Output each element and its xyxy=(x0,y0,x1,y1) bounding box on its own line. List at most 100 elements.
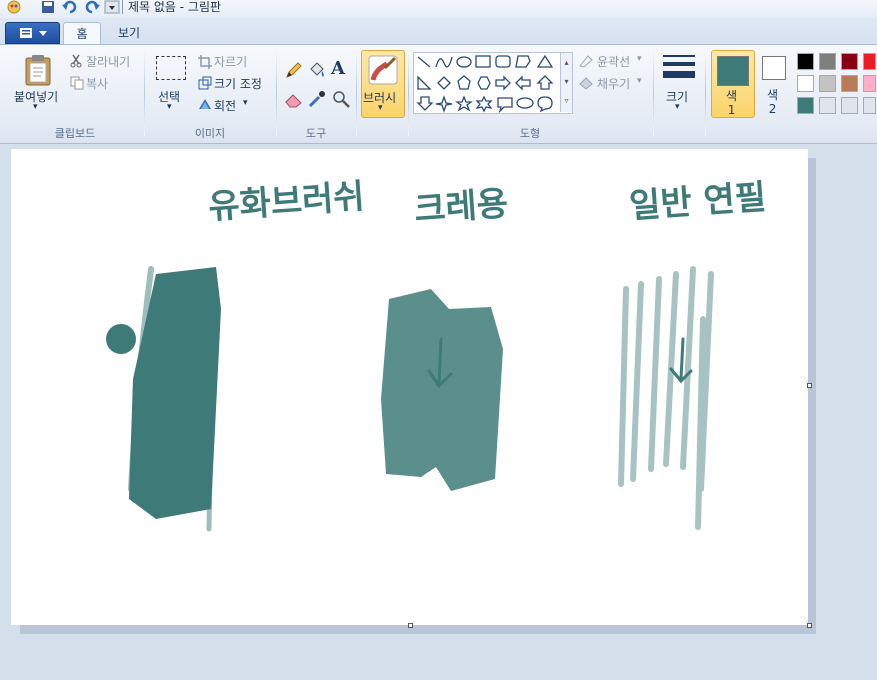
palette-swatch[interactable] xyxy=(819,53,836,70)
oil-brush-stroke xyxy=(129,267,221,519)
color-picker-icon[interactable] xyxy=(307,89,327,109)
shapes-gallery xyxy=(413,52,573,114)
palette-swatch[interactable] xyxy=(819,97,836,114)
canvas-caption: 크레용 xyxy=(412,183,510,231)
size-dropdown-icon[interactable]: ▾ xyxy=(675,102,680,112)
quick-access-dropdown-icon[interactable] xyxy=(104,0,120,14)
shapes-gallery-scrollbar[interactable]: ▴ ▾ ▿ xyxy=(560,53,572,112)
pencil-icon[interactable] xyxy=(284,60,304,80)
text-icon[interactable]: A xyxy=(331,58,351,79)
palette-swatch[interactable] xyxy=(797,97,814,114)
resize-icon xyxy=(198,76,212,90)
paint-app-icon[interactable] xyxy=(6,0,22,14)
fill-shape-icon xyxy=(579,77,593,90)
shapes-gallery-icons xyxy=(416,54,554,114)
palette-swatch[interactable] xyxy=(841,53,858,70)
save-icon[interactable] xyxy=(40,0,56,14)
image-group-label: 이미지 xyxy=(194,127,226,140)
undo-icon[interactable] xyxy=(62,0,78,14)
group-divider xyxy=(276,50,277,136)
rotate-icon xyxy=(199,99,211,109)
fill-dropdown-icon[interactable]: ▾ xyxy=(637,76,642,86)
shapes-expand-icon[interactable]: ▿ xyxy=(561,91,572,110)
fill-icon[interactable] xyxy=(307,60,327,80)
canvas-resize-handle-bottom[interactable] xyxy=(408,623,413,628)
fill-button[interactable]: 채우기 xyxy=(597,75,630,92)
title-separator xyxy=(122,0,123,14)
triangle-shape-icon xyxy=(536,54,554,68)
cloud-callout-shape-icon xyxy=(537,96,553,113)
outline-dropdown-icon[interactable]: ▾ xyxy=(637,54,642,64)
select-dropdown-icon[interactable]: ▾ xyxy=(167,102,172,112)
oval-shape-icon xyxy=(456,56,472,68)
palette-swatch[interactable] xyxy=(841,97,858,114)
rotate-button[interactable]: 회전 xyxy=(214,97,236,114)
crop-button[interactable]: 자르기 xyxy=(214,53,247,70)
copy-button[interactable]: 복사 xyxy=(86,75,108,92)
six-point-star-shape-icon xyxy=(475,95,493,113)
down-arrow-shape-icon xyxy=(416,96,434,111)
group-divider xyxy=(408,50,409,136)
tools-group-label: 도구 xyxy=(305,127,327,140)
palette-swatch[interactable] xyxy=(819,75,836,92)
palette-swatch[interactable] xyxy=(863,53,876,70)
paste-dropdown-icon[interactable]: ▾ xyxy=(33,102,38,112)
outline-button[interactable]: 윤곽선 xyxy=(597,53,630,70)
shapes-scroll-down-icon[interactable]: ▾ xyxy=(561,72,572,91)
group-divider xyxy=(705,50,706,136)
hexagon-shape-icon xyxy=(477,76,491,90)
cut-icon xyxy=(70,54,82,68)
tab-home[interactable]: 홈 xyxy=(63,22,101,45)
resize-button[interactable]: 크기 조정 xyxy=(214,75,262,92)
right-arrow-shape-icon xyxy=(495,75,511,91)
copy-icon xyxy=(70,76,84,90)
outline-icon xyxy=(579,55,593,68)
canvas-caption: 일반 연필 xyxy=(628,177,768,227)
palette-swatch[interactable] xyxy=(797,75,814,92)
brushes-dropdown-icon: ▾ xyxy=(378,103,383,113)
rounded-callout-shape-icon xyxy=(497,97,513,114)
color1-swatch xyxy=(717,56,749,86)
select-icon[interactable] xyxy=(156,56,186,80)
rounded-rectangle-shape-icon xyxy=(495,55,511,68)
drawing-canvas[interactable]: 유화브러쉬 크레용 일반 연필 xyxy=(11,149,808,625)
diamond-shape-icon xyxy=(437,76,451,90)
group-divider xyxy=(356,50,357,136)
canvas-resize-handle-corner[interactable] xyxy=(807,623,812,628)
left-arrow-shape-icon xyxy=(515,75,531,91)
shapes-group-label: 도형 xyxy=(519,127,541,140)
right-triangle-shape-icon xyxy=(417,75,432,90)
crayon-stroke xyxy=(381,289,503,491)
redo-icon[interactable] xyxy=(84,0,100,14)
palette-swatch[interactable] xyxy=(863,97,876,114)
brush-icon xyxy=(368,55,398,85)
group-divider xyxy=(653,50,654,136)
pentagon-shape-icon xyxy=(457,75,471,90)
file-menu-icon xyxy=(20,28,47,38)
brushes-button[interactable]: 브러시 ▾ xyxy=(361,50,405,118)
paste-icon[interactable] xyxy=(23,54,53,86)
rotate-dropdown-icon[interactable]: ▾ xyxy=(243,98,248,108)
polygon-shape-icon xyxy=(515,55,531,68)
color2-button[interactable]: 색 2 xyxy=(755,50,793,116)
palette-swatch[interactable] xyxy=(863,75,876,92)
eraser-icon[interactable] xyxy=(284,89,304,109)
oval-callout-shape-icon xyxy=(516,97,534,109)
palette-swatch[interactable] xyxy=(797,53,814,70)
brush-dot xyxy=(106,324,136,354)
group-divider xyxy=(144,50,145,136)
palette-swatch[interactable] xyxy=(841,75,858,92)
shapes-scroll-up-icon[interactable]: ▴ xyxy=(561,53,572,72)
tab-view[interactable]: 보기 xyxy=(104,22,154,44)
clipboard-group-label: 클립보드 xyxy=(54,127,96,140)
rectangle-shape-icon xyxy=(475,55,491,68)
size-icon[interactable] xyxy=(662,54,696,80)
file-menu-button[interactable] xyxy=(5,22,60,44)
curve-shape-icon xyxy=(435,56,453,68)
crop-icon xyxy=(198,55,212,69)
color1-button[interactable]: 색 1 xyxy=(711,50,755,118)
canvas-resize-handle-right[interactable] xyxy=(807,383,812,388)
five-point-star-shape-icon xyxy=(455,95,473,112)
magnifier-icon[interactable] xyxy=(331,89,351,109)
cut-button[interactable]: 잘라내기 xyxy=(86,53,130,70)
